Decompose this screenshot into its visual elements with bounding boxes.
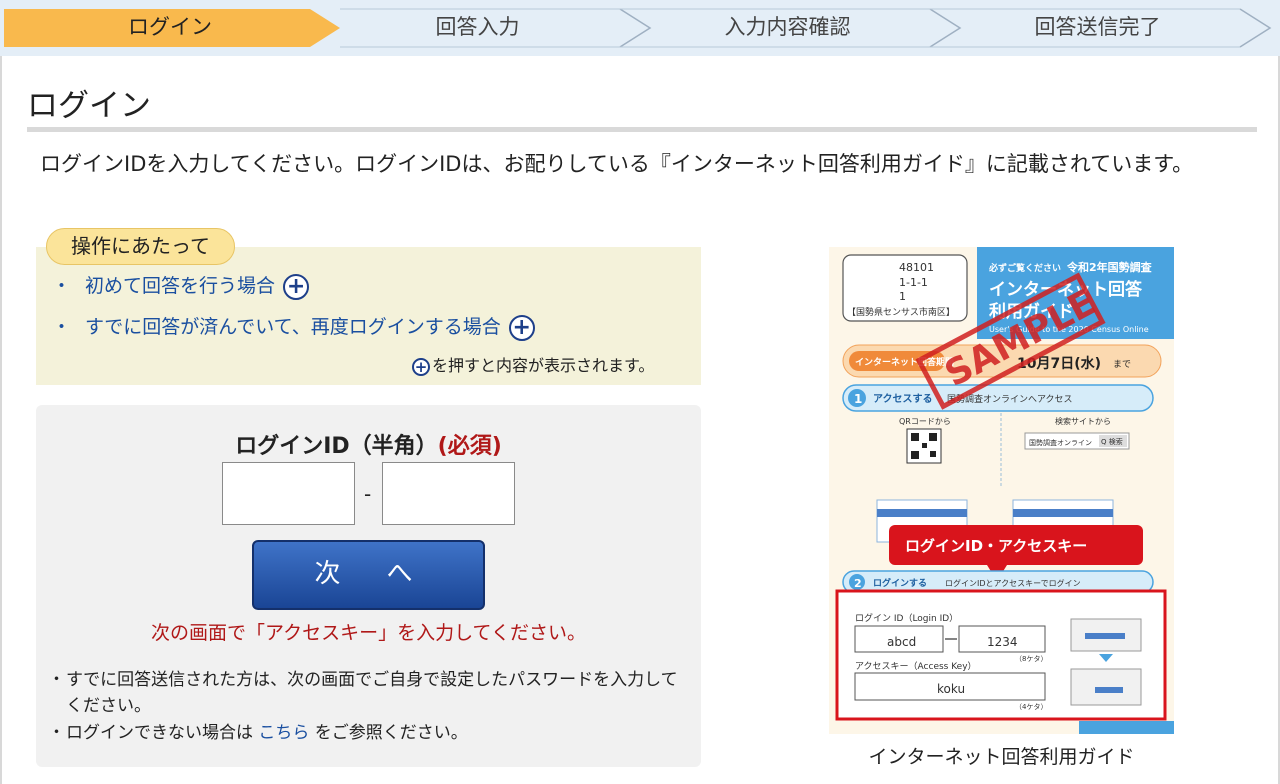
note-cannot-login-text: ログインできない場合は こちら をご参照ください。 — [48, 720, 693, 746]
ops-item-relogin[interactable]: ・すでに回答が済んでいて、再度ログインする場合 + — [52, 313, 535, 341]
plus-icon: + — [412, 357, 430, 376]
login-id-label: ログインID（半角）(必須) — [36, 428, 701, 460]
guide-header-small: 必ずご覧ください — [988, 262, 1061, 274]
svg-text:2: 2 — [854, 577, 862, 590]
note-cannot-login: ・ ログインできない場合は こちら をご参照ください。 — [48, 720, 693, 746]
guide-digits8: （8ケタ） — [1015, 654, 1047, 663]
guide-digits4: （4ケタ） — [1015, 702, 1047, 711]
guide-loginid-a: abcd — [887, 635, 916, 649]
guide-accesskey-label: アクセスキー（Access Key） — [855, 661, 977, 672]
guide-step1: アクセスする — [873, 393, 933, 405]
ops-item-first-time[interactable]: ・初めて回答を行う場合 + — [52, 272, 310, 300]
step-divider-3 — [929, 8, 962, 48]
bullet-dot: ・ — [52, 275, 72, 297]
note-password: ・ すでに回答送信された方は、次の画面でご自身で設定したパスワードを入力してくだ… — [48, 667, 693, 719]
ops-note: + を押すと内容が表示されます。 — [412, 352, 654, 376]
guide-loginid-b: 1234 — [987, 635, 1018, 649]
ops-item-first-time-label: 初めて回答を行う場合 — [85, 275, 276, 297]
bullet-dot: ・ — [52, 316, 72, 338]
guide-search-btn: Q 検索 — [1101, 437, 1123, 446]
access-key-note: 次の画面で「アクセスキー」を入力してください。 — [151, 622, 586, 644]
guide-callout: ログインID・アクセスキー — [905, 537, 1087, 555]
login-id-dash: - — [364, 482, 372, 506]
ops-note-text: を押すと内容が表示されます。 — [432, 356, 655, 375]
intro-text: ログインIDを入力してください。ログインIDは、お配りしている『インターネット回… — [40, 152, 1194, 176]
step-confirm: 入力内容確認 — [724, 15, 851, 39]
title-rule — [27, 127, 1257, 132]
guide-addr-place: 【国勢県センサス市南区】 — [847, 306, 955, 318]
guide-image: 48101 1-1-1 1 【国勢県センサス市南区】 必ずご覧ください 令和2年… — [829, 247, 1174, 734]
guide-qr-label: QRコードから — [899, 417, 951, 426]
guide-step2: ログインする — [873, 577, 927, 589]
next-button[interactable]: 次 へ — [252, 540, 485, 610]
guide-pc-label: 検索サイトから — [1055, 416, 1111, 426]
ops-item-relogin-label: すでに回答が済んでいて、再度ログインする場合 — [85, 316, 501, 338]
step-login: ログイン — [128, 15, 212, 39]
progress-steps: ログイン 回答入力 入力内容確認 回答送信完了 — [0, 0, 1280, 56]
bullet-dot: ・ — [48, 670, 65, 690]
note-cannot-login-pre: ログインできない場合は — [66, 723, 259, 743]
note-cannot-login-post: をご参照ください。 — [309, 723, 468, 743]
guide-period-end: 10月7日(水) — [1017, 355, 1101, 372]
expand-plus-icon[interactable]: + — [283, 273, 310, 300]
guide-period-until: まで — [1113, 359, 1131, 370]
svg-text:1: 1 — [854, 392, 862, 406]
step-divider-4 — [1239, 8, 1272, 48]
expand-plus-icon[interactable]: + — [508, 314, 535, 341]
note-password-text: すでに回答送信された方は、次の画面でご自身で設定したパスワードを入力してください… — [66, 670, 678, 716]
login-id-field-2[interactable] — [382, 462, 515, 525]
guide-addr-code2: 1-1-1 — [899, 276, 928, 289]
login-id-label-text: ログインID（半角） — [235, 434, 438, 459]
bullet-dot: ・ — [48, 723, 65, 743]
step-answer-input: 回答入力 — [435, 15, 520, 39]
guide-accesskey-val: koku — [937, 682, 965, 696]
guide-step2-desc: ログインIDとアクセスキーでログイン — [945, 578, 1081, 588]
step-complete: 回答送信完了 — [1034, 15, 1161, 39]
help-link[interactable]: こちら — [258, 723, 309, 743]
guide-caption: インターネット回答利用ガイド — [868, 746, 1135, 768]
guide-addr-code3: 1 — [899, 290, 906, 303]
operations-tag: 操作にあたって — [46, 228, 235, 265]
guide-header-year: 令和2年国勢調査 — [1066, 260, 1152, 274]
guide-loginid-label: ログイン ID（Login ID） — [855, 612, 958, 624]
guide-illustration: 48101 1-1-1 1 【国勢県センサス市南区】 必ずご覧ください 令和2年… — [829, 247, 1174, 734]
page-title: ログイン — [27, 88, 151, 124]
frame-left-border — [0, 56, 2, 784]
guide-addr-code1: 48101 — [899, 261, 934, 274]
required-mark: (必須) — [437, 434, 502, 459]
guide-search-text: 国勢調査オンライン — [1029, 438, 1092, 447]
login-id-field-1[interactable] — [222, 462, 355, 525]
